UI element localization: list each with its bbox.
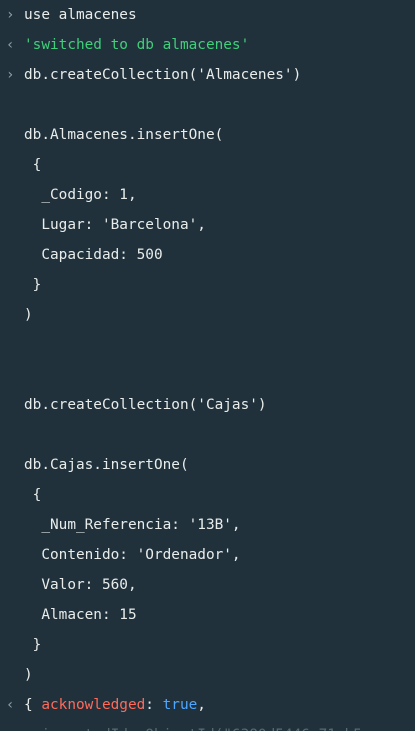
console-line-9: Capacidad: 500 [0, 240, 162, 270]
chevron-right-icon: › [6, 67, 15, 83]
key-separator: : [145, 697, 163, 713]
console-line-7: _Codigo: 1, [0, 180, 136, 210]
input-command: _Codigo: 1, [24, 187, 137, 203]
chevron-left-icon: ‹ [6, 37, 15, 53]
input-command: Valor: 560, [24, 577, 137, 593]
console-line-14: db.createCollection('Cajas') [0, 390, 267, 420]
console-line-2: ‹ 'switched to db almacenes' [0, 30, 249, 60]
console-line-3: › db.createCollection('Almacenes') [0, 60, 301, 90]
input-command: Capacidad: 500 [24, 247, 163, 263]
console-line-19: Contenido: 'Ordenador', [0, 540, 240, 570]
input-command: _Num_Referencia: '13B', [24, 517, 241, 533]
acknowledged-key: acknowledged [41, 697, 146, 713]
console-line-4 [0, 90, 35, 120]
input-command: db.createCollection('Almacenes') [24, 67, 302, 83]
result-line-partial: insertedId: ObjectId("6380d5446c71eb5 [0, 720, 362, 731]
input-command: { [24, 157, 42, 173]
output-message: 'switched to db almacenes' [24, 37, 250, 53]
input-command: Lugar: 'Barcelona', [24, 217, 206, 233]
console-line-23: ) [0, 660, 35, 690]
trailing-comma: , [197, 697, 206, 713]
console-line-18: _Num_Referencia: '13B', [0, 510, 240, 540]
input-command: db.Almacenes.insertOne( [24, 127, 224, 143]
console-line-8: Lugar: 'Barcelona', [0, 210, 206, 240]
console-line-17: { [0, 480, 42, 510]
input-command: } [24, 637, 42, 653]
inserted-id-partial: insertedId: ObjectId("6380d5446c71eb5 [24, 720, 362, 731]
input-command: Contenido: 'Ordenador', [24, 547, 241, 563]
console-line-20: Valor: 560, [0, 570, 136, 600]
chevron-left-icon: ‹ [6, 697, 15, 713]
console-line-5: db.Almacenes.insertOne( [0, 120, 223, 150]
input-command: ) [24, 667, 33, 683]
console-line-1: › use almacenes [0, 0, 137, 30]
open-brace: { [24, 697, 42, 713]
input-command: } [24, 277, 42, 293]
console-line-10: } [0, 270, 42, 300]
console-line-13 [0, 360, 35, 390]
input-command: { [24, 487, 42, 503]
input-command: ) [24, 307, 33, 323]
console-line-6: { [0, 150, 42, 180]
result-line: ‹ { acknowledged: true, [0, 690, 206, 720]
result-object: { acknowledged: true, [24, 690, 206, 720]
console-line-21: Almacen: 15 [0, 600, 136, 630]
input-command: Almacen: 15 [24, 607, 137, 623]
acknowledged-value: true [162, 697, 198, 713]
input-command: use almacenes [24, 7, 137, 23]
mongo-shell-console[interactable]: › use almacenes ‹ 'switched to db almace… [0, 0, 415, 731]
console-line-22: } [0, 630, 42, 660]
console-line-15 [0, 420, 35, 450]
input-command: db.createCollection('Cajas') [24, 397, 267, 413]
chevron-right-icon: › [6, 7, 15, 23]
console-line-12 [0, 330, 35, 360]
console-line-16: db.Cajas.insertOne( [0, 450, 189, 480]
input-command: db.Cajas.insertOne( [24, 457, 189, 473]
console-line-11: ) [0, 300, 35, 330]
